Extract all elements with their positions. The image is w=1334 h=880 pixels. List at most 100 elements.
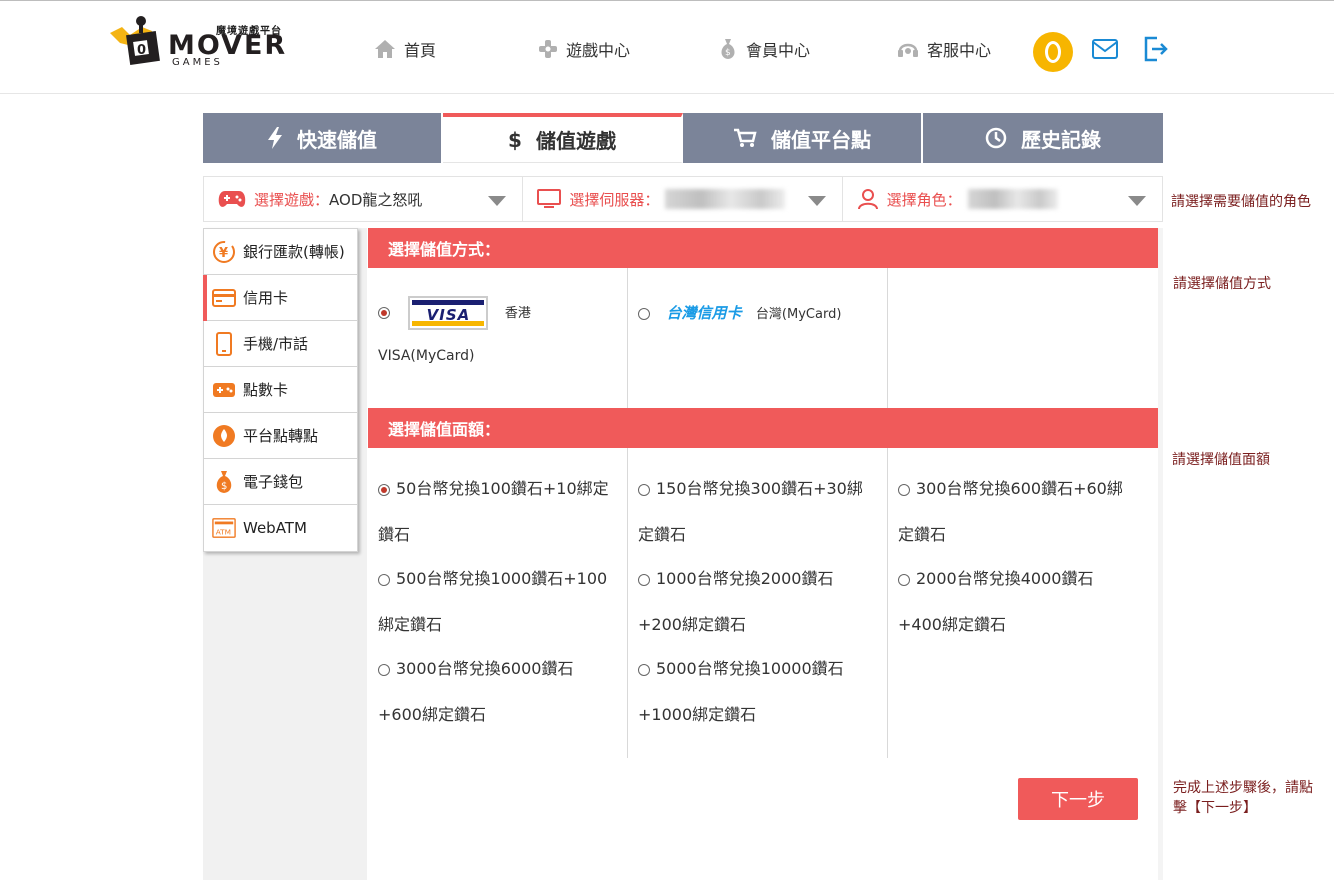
amount-radio[interactable] bbox=[378, 573, 390, 586]
nav-home[interactable]: 首頁 bbox=[374, 37, 436, 61]
method-phone[interactable]: 手機/市話 bbox=[204, 321, 357, 367]
amount-radio[interactable] bbox=[378, 663, 390, 676]
atm-icon: ATM bbox=[212, 518, 236, 538]
platform-point-icon bbox=[213, 424, 235, 447]
amount-option[interactable]: 150台幣兌換300鑽石+30綁 定鑽石 bbox=[638, 466, 883, 558]
note-next-line1: 完成上述步驟後，請點 bbox=[1173, 780, 1313, 796]
tab-quick-recharge[interactable]: 快速儲值 bbox=[203, 113, 443, 163]
nav-member-center[interactable]: $ 會員中心 bbox=[718, 37, 810, 61]
payment-option-taiwan-card[interactable]: 台灣信用卡 台灣(MyCard) bbox=[638, 302, 841, 323]
method-label: 信用卡 bbox=[243, 289, 289, 307]
amount-col-2: 150台幣兌換300鑽石+30綁 定鑽石 1000台幣兌換2000鑽石 +200… bbox=[628, 448, 888, 758]
nav-support-center-label: 客服中心 bbox=[927, 41, 992, 60]
svg-text:0: 0 bbox=[137, 43, 146, 58]
yen-transfer-icon: ¥ bbox=[213, 240, 235, 263]
amount-line2: 定鑽石 bbox=[898, 525, 947, 544]
amount-line2: +1000綁定鑽石 bbox=[638, 705, 757, 724]
logout-icon[interactable] bbox=[1143, 36, 1169, 62]
visa-radio[interactable] bbox=[378, 307, 390, 319]
lightning-icon bbox=[268, 127, 282, 149]
monitor-icon bbox=[537, 189, 562, 208]
method-credit-card[interactable]: 信用卡 bbox=[203, 275, 357, 321]
credit-card-icon bbox=[212, 288, 236, 307]
game-select-value: AOD龍之怒吼 bbox=[329, 190, 423, 209]
tab-recharge-game[interactable]: $ 儲值遊戲 bbox=[443, 113, 683, 163]
next-step-button[interactable]: 下一步 bbox=[1018, 778, 1138, 820]
mail-icon[interactable] bbox=[1092, 39, 1118, 59]
tab-recharge-platform-points[interactable]: 儲值平台點 bbox=[683, 113, 923, 163]
amount-radio[interactable] bbox=[638, 573, 650, 586]
amount-option[interactable]: 5000台幣兌換10000鑽石 +1000綁定鑽石 bbox=[638, 646, 883, 738]
method-bank-transfer[interactable]: ¥ 銀行匯款(轉帳) bbox=[204, 229, 357, 275]
recharge-tabs: 快速儲值 $ 儲值遊戲 儲值平台點 歷史記錄 bbox=[203, 113, 1163, 163]
payment-option-taiwan-col: 台灣信用卡 台灣(MyCard) bbox=[628, 268, 888, 408]
note-next-step: 完成上述步驟後，請點 擊【下一步】 bbox=[1173, 778, 1313, 818]
point-card-icon bbox=[213, 382, 235, 397]
amount-line1: 3000台幣兌換6000鑽石 bbox=[396, 659, 574, 678]
game-select[interactable]: 選擇遊戲： AOD龍之怒吼 bbox=[204, 177, 524, 221]
server-value-redacted bbox=[665, 189, 786, 209]
payment-option-empty-col bbox=[888, 268, 1158, 408]
gamepad-icon bbox=[539, 40, 557, 58]
mover-games-logo[interactable]: 0 魔境遊戲平台 MOVER GAMES bbox=[108, 13, 288, 69]
amount-line1: 300台幣兌換600鑽石+60綁 bbox=[916, 479, 1123, 498]
amount-radio[interactable] bbox=[898, 483, 910, 496]
role-select[interactable]: 選擇角色： bbox=[843, 177, 1162, 221]
amount-line1: 500台幣兌換1000鑽石+100 bbox=[396, 569, 608, 588]
user-icon bbox=[857, 189, 878, 210]
nav-support-center[interactable]: 客服中心 bbox=[897, 37, 991, 61]
clock-icon bbox=[985, 127, 1007, 149]
method-webatm[interactable]: ATM WebATM bbox=[204, 505, 357, 551]
amount-line2: 定鑽石 bbox=[638, 525, 687, 544]
role-value-redacted bbox=[967, 189, 1058, 209]
amount-radio[interactable] bbox=[638, 483, 650, 496]
method-label: 平台點轉點 bbox=[243, 427, 319, 445]
dollar-icon: $ bbox=[508, 129, 522, 151]
server-select-label: 選擇伺服器： bbox=[569, 190, 660, 209]
amount-option[interactable]: 2000台幣兌換4000鑽石 +400綁定鑽石 bbox=[898, 556, 1143, 648]
amount-radio[interactable] bbox=[378, 483, 390, 496]
visa-option-label: VISA(MyCard) bbox=[378, 348, 475, 364]
amount-option[interactable]: 300台幣兌換600鑽石+60綁 定鑽石 bbox=[898, 466, 1143, 558]
server-select[interactable]: 選擇伺服器： bbox=[523, 177, 843, 221]
svg-text:$: $ bbox=[508, 129, 522, 151]
headset-icon bbox=[898, 43, 918, 57]
method-label: WebATM bbox=[243, 519, 307, 537]
amount-line1: 150台幣兌換300鑽石+30綁 bbox=[656, 479, 863, 498]
coin-icon[interactable] bbox=[1033, 32, 1073, 72]
payment-method-header: 選擇儲值方式： bbox=[368, 228, 1158, 268]
payment-method-menu: ¥ 銀行匯款(轉帳) 信用卡 手機/市話 點數卡 平台點轉點 $ 電子錢包 AT… bbox=[203, 228, 358, 552]
payment-option-visa-col: VISA 香港 VISA(MyCard) bbox=[368, 268, 628, 408]
game-select-label: 選擇遊戲： bbox=[254, 190, 330, 209]
amount-col-1: 50台幣兌換100鑽石+10綁定 鑽石 500台幣兌換1000鑽石+100 綁定… bbox=[368, 448, 628, 758]
role-select-label: 選擇角色： bbox=[886, 190, 962, 209]
method-e-wallet[interactable]: $ 電子錢包 bbox=[204, 459, 357, 505]
visa-logo: VISA bbox=[408, 296, 489, 330]
nav-member-center-label: 會員中心 bbox=[746, 41, 811, 60]
content-right-border bbox=[1158, 228, 1163, 880]
nav-game-center[interactable]: 遊戲中心 bbox=[538, 37, 630, 61]
tab-label: 歷史記錄 bbox=[1021, 127, 1101, 152]
top-header: 0 魔境遊戲平台 MOVER GAMES 首頁 遊戲中心 $ 會員中心 客服中心 bbox=[0, 0, 1334, 94]
note-next-line2: 擊【下一步】 bbox=[1173, 800, 1257, 816]
payment-option-visa[interactable]: VISA 香港 bbox=[378, 296, 531, 330]
method-platform-points[interactable]: 平台點轉點 bbox=[204, 413, 357, 459]
taiwan-card-logo: 台灣信用卡 bbox=[666, 304, 742, 322]
amount-option[interactable]: 3000台幣兌換6000鑽石 +600綁定鑽石 bbox=[378, 646, 623, 738]
amount-line2: +400綁定鑽石 bbox=[898, 615, 1006, 634]
taiwan-card-label: 台灣(MyCard) bbox=[755, 307, 842, 322]
note-select-method: 請選擇儲值方式 bbox=[1173, 276, 1271, 292]
amount-option[interactable]: 50台幣兌換100鑽石+10綁定 鑽石 bbox=[378, 466, 623, 558]
amount-col-3: 300台幣兌換600鑽石+60綁 定鑽石 2000台幣兌換4000鑽石 +400… bbox=[888, 448, 1158, 758]
tab-label: 儲值平台點 bbox=[771, 127, 871, 152]
tab-history[interactable]: 歷史記錄 bbox=[923, 113, 1163, 163]
amount-option[interactable]: 500台幣兌換1000鑽石+100 綁定鑽石 bbox=[378, 556, 623, 648]
taiwan-card-radio[interactable] bbox=[638, 308, 650, 320]
amount-radio[interactable] bbox=[898, 573, 910, 586]
method-label: 點數卡 bbox=[243, 381, 289, 399]
amount-line1: 5000台幣兌換10000鑽石 bbox=[656, 659, 844, 678]
amount-radio[interactable] bbox=[638, 663, 650, 676]
visa-region: 香港 bbox=[504, 306, 531, 321]
method-point-card[interactable]: 點數卡 bbox=[204, 367, 357, 413]
amount-option[interactable]: 1000台幣兌換2000鑽石 +200綁定鑽石 bbox=[638, 556, 883, 648]
